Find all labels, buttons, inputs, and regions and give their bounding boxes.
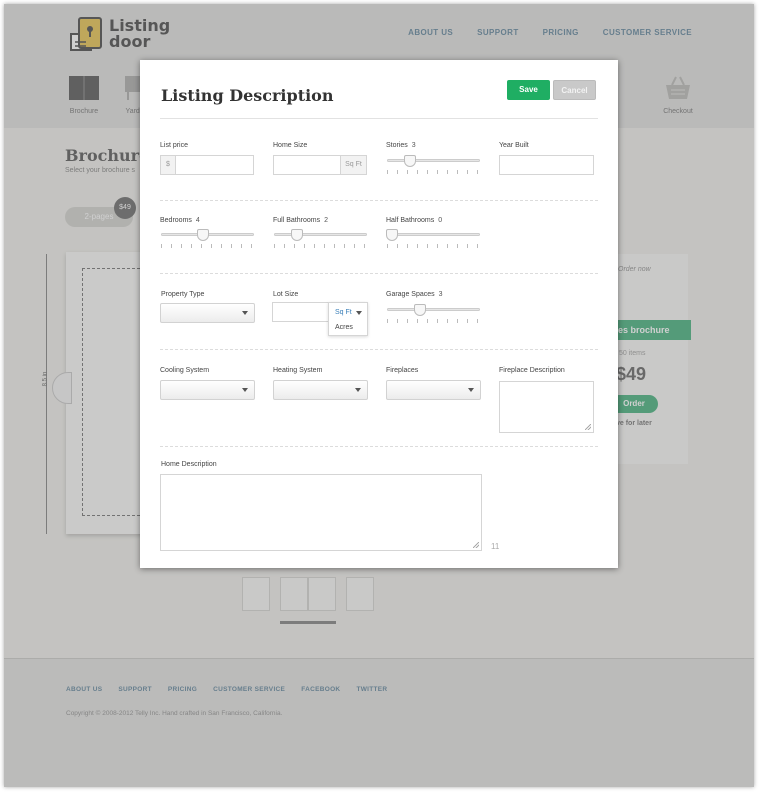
lot-size-input[interactable] [272, 302, 330, 322]
unit-option-acres[interactable]: Acres [335, 324, 353, 331]
lot-size-unit-dropdown[interactable]: Sq Ft Acres [328, 302, 368, 336]
divider [160, 200, 598, 201]
half-bathrooms-label: Half Bathrooms 0 [386, 217, 443, 224]
chevron-down-icon [242, 388, 248, 392]
cooling-system-label: Cooling System [160, 367, 210, 374]
unit-suffix: Sq Ft [340, 156, 366, 174]
divider [160, 446, 598, 447]
half-bathrooms-value: 0 [438, 217, 443, 224]
bedrooms-label: Bedrooms 4 [160, 217, 200, 224]
divider [160, 273, 598, 274]
year-built-label: Year Built [499, 142, 529, 149]
garage-spaces-slider[interactable] [387, 303, 480, 323]
stories-label: Stories 3 [386, 142, 416, 149]
cooling-system-select[interactable] [160, 380, 255, 400]
list-price-input[interactable]: $ [160, 155, 254, 175]
slider-handle[interactable] [196, 229, 209, 241]
currency-prefix: $ [161, 156, 176, 174]
divider [160, 349, 598, 350]
stories-slider[interactable] [387, 154, 480, 174]
chevron-down-icon [356, 311, 362, 315]
full-bathrooms-label: Full Bathrooms 2 [273, 217, 328, 224]
full-bathrooms-slider[interactable] [274, 228, 367, 248]
listing-description-modal: Listing Description Save Cancel List pri… [140, 60, 618, 568]
heating-system-select[interactable] [273, 380, 368, 400]
chevron-down-icon [355, 388, 361, 392]
character-count: 11 [491, 542, 500, 551]
slider-handle[interactable] [404, 155, 417, 167]
fireplace-description-textarea[interactable] [499, 381, 594, 433]
unit-option-sq-ft[interactable]: Sq Ft [335, 309, 352, 316]
bedrooms-value: 4 [195, 217, 200, 224]
chevron-down-icon [242, 311, 248, 315]
modal-title: Listing Description [161, 86, 334, 105]
property-type-label: Property Type [161, 291, 205, 298]
home-description-textarea[interactable] [160, 474, 482, 551]
stories-value: 3 [411, 142, 416, 149]
garage-spaces-value: 3 [438, 291, 443, 298]
app-frame: Listing door ABOUT US SUPPORT PRICING CU… [4, 4, 754, 787]
heating-system-label: Heating System [273, 367, 323, 374]
fireplaces-label: Fireplaces [386, 367, 419, 374]
bedrooms-slider[interactable] [161, 228, 254, 248]
resize-grip-icon[interactable] [585, 424, 591, 430]
slider-handle[interactable] [413, 304, 426, 316]
year-built-input[interactable] [499, 155, 594, 175]
home-description-label: Home Description [161, 461, 217, 468]
fireplaces-select[interactable] [386, 380, 481, 400]
home-size-input[interactable]: Sq Ft [273, 155, 367, 175]
home-size-label: Home Size [273, 142, 308, 149]
resize-grip-icon[interactable] [473, 542, 479, 548]
list-price-label: List price [160, 142, 189, 149]
chevron-down-icon [468, 388, 474, 392]
slider-handle[interactable] [291, 229, 304, 241]
full-bathrooms-value: 2 [324, 217, 328, 224]
property-type-select[interactable] [160, 303, 255, 323]
fireplace-description-label: Fireplace Description [499, 367, 565, 374]
half-bathrooms-slider[interactable] [385, 228, 480, 248]
garage-spaces-label: Garage Spaces 3 [386, 291, 443, 298]
save-button[interactable]: Save [507, 80, 550, 100]
cancel-button[interactable]: Cancel [553, 80, 596, 100]
divider [160, 118, 598, 119]
slider-handle[interactable] [385, 229, 398, 241]
lot-size-label: Lot Size [273, 291, 299, 298]
